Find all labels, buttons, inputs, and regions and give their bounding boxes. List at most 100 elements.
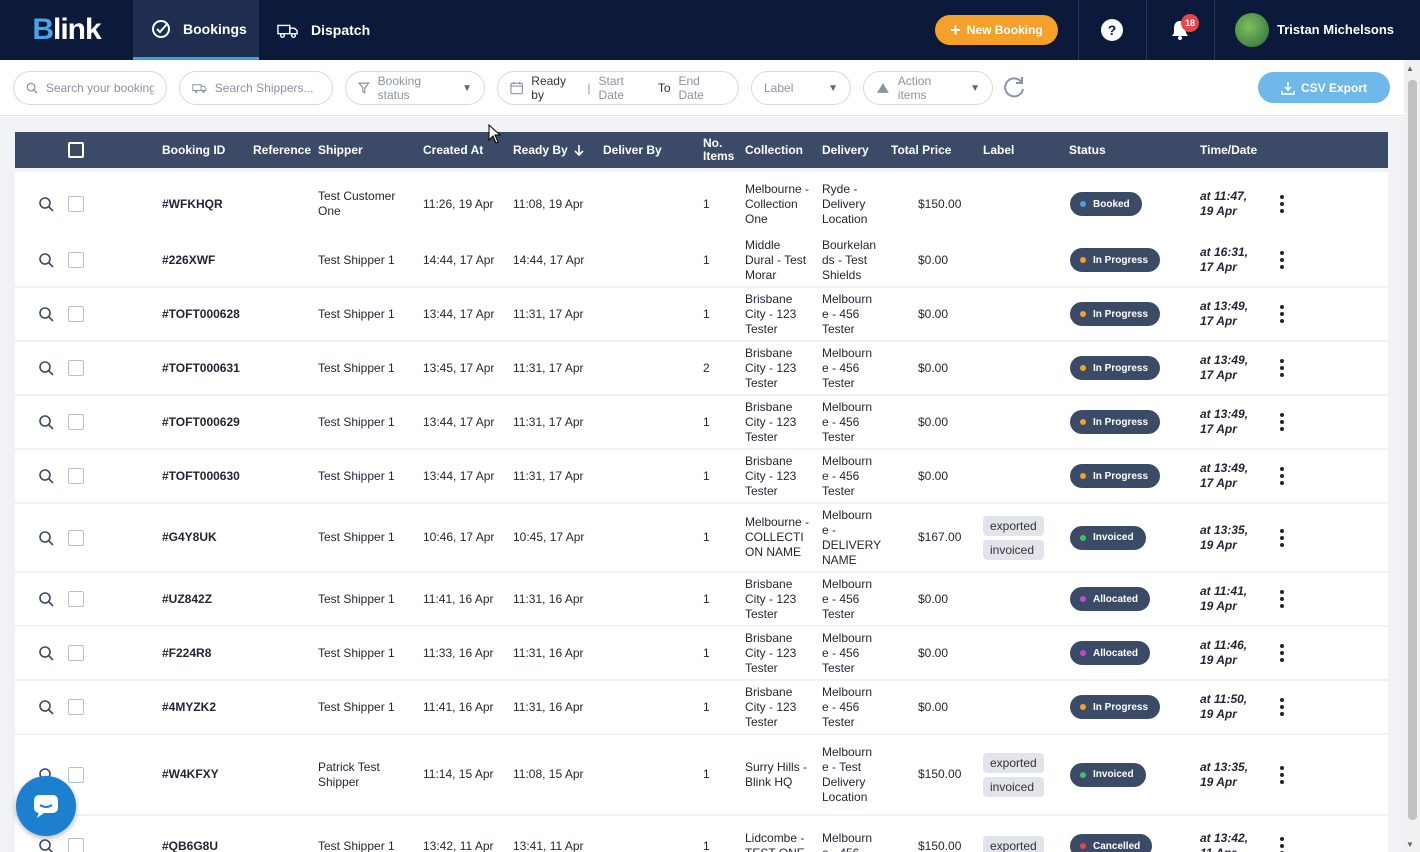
booking-id[interactable]: #TOFT000628: [162, 288, 240, 340]
col-created-at[interactable]: Created At: [423, 132, 483, 168]
search-icon[interactable]: [38, 530, 54, 546]
more-options-icon[interactable]: [1277, 413, 1287, 431]
start-date-field[interactable]: Start Date: [599, 74, 650, 102]
more-options-icon[interactable]: [1277, 251, 1287, 269]
label-tag[interactable]: invoiced: [983, 539, 1044, 560]
scroll-down-arrow-icon[interactable]: ▼: [1406, 840, 1414, 849]
row-checkbox[interactable]: [68, 766, 84, 783]
more-options-icon[interactable]: [1277, 305, 1287, 323]
row-checkbox[interactable]: [68, 591, 84, 607]
label-dropdown[interactable]: Label ▼: [751, 71, 851, 105]
search-icon[interactable]: [38, 306, 54, 322]
search-icon[interactable]: [38, 645, 54, 661]
booking-id[interactable]: #F224R8: [162, 627, 211, 679]
ready-by-date-range[interactable]: Ready by | Start Date To End Date: [497, 71, 739, 105]
table-row[interactable]: #TOFT000631 Test Shipper 1 13:45, 17 Apr 11…: [15, 342, 1388, 394]
table-row[interactable]: #TOFT000629 Test Shipper 1 13:44, 17 Apr 11…: [15, 396, 1388, 448]
booking-id[interactable]: #UZ842Z: [162, 573, 212, 625]
booking-id[interactable]: #WFKHQR: [162, 172, 223, 236]
booking-status-dropdown[interactable]: Booking status ▼: [345, 71, 485, 105]
row-checkbox[interactable]: [68, 838, 84, 852]
booking-id[interactable]: #G4Y8UK: [162, 504, 217, 571]
select-all-checkbox[interactable]: [68, 142, 84, 158]
booking-search-input[interactable]: [45, 81, 154, 95]
more-options-icon[interactable]: [1277, 528, 1287, 547]
col-ready-by[interactable]: Ready By: [513, 132, 584, 168]
search-icon[interactable]: [38, 699, 54, 715]
table-row[interactable]: #WFKHQR Test Customer One 11:26, 19 Apr 11:0…: [15, 172, 1388, 236]
more-options-icon[interactable]: [1277, 765, 1287, 784]
tab-dispatch[interactable]: Dispatch: [259, 0, 381, 60]
row-checkbox[interactable]: [68, 360, 84, 376]
search-icon[interactable]: [38, 468, 54, 484]
search-icon[interactable]: [38, 196, 54, 212]
search-icon[interactable]: [38, 414, 54, 430]
row-checkbox[interactable]: [68, 196, 84, 212]
more-options-icon[interactable]: [1277, 467, 1287, 485]
refresh-icon[interactable]: [1001, 74, 1027, 100]
new-booking-button[interactable]: + New Booking: [935, 15, 1058, 45]
col-collection[interactable]: Collection: [745, 132, 803, 168]
row-checkbox[interactable]: [68, 468, 84, 484]
col-total-price[interactable]: Total Price: [891, 132, 951, 168]
more-options-icon[interactable]: [1277, 837, 1287, 852]
more-options-icon[interactable]: [1277, 644, 1287, 662]
shipper-search-input[interactable]: [214, 81, 320, 95]
table-row[interactable]: #4MYZK2 Test Shipper 1 11:41, 16 Apr 11:31,…: [15, 681, 1388, 733]
col-time-date[interactable]: Time/Date: [1200, 132, 1257, 168]
row-checkbox[interactable]: [68, 414, 84, 430]
search-icon[interactable]: [38, 838, 54, 852]
col-label[interactable]: Label: [983, 132, 1014, 168]
row-checkbox[interactable]: [68, 699, 84, 715]
more-options-icon[interactable]: [1277, 195, 1287, 213]
col-shipper[interactable]: Shipper: [318, 132, 363, 168]
booking-id[interactable]: #QB6G8U: [162, 816, 218, 852]
help-icon[interactable]: ?: [1101, 19, 1123, 41]
more-options-icon[interactable]: [1277, 590, 1287, 608]
row-checkbox[interactable]: [68, 306, 84, 322]
table-row[interactable]: #TOFT000628 Test Shipper 1 13:44, 17 Apr 11…: [15, 288, 1388, 340]
row-checkbox[interactable]: [68, 529, 84, 546]
more-options-icon[interactable]: [1277, 359, 1287, 377]
booking-search-box[interactable]: [13, 71, 167, 105]
label-tag[interactable]: invoiced: [983, 776, 1044, 797]
row-checkbox[interactable]: [68, 252, 84, 268]
booking-id[interactable]: #TOFT000629: [162, 396, 240, 448]
col-booking-id[interactable]: Booking ID: [162, 132, 225, 168]
col-reference[interactable]: Reference: [253, 132, 311, 168]
col-status[interactable]: Status: [1069, 132, 1106, 168]
scrollbar-thumb[interactable]: [1408, 80, 1417, 820]
search-icon[interactable]: [38, 252, 54, 268]
table-row[interactable]: #QB6G8U Test Shipper 1 13:42, 11 Apr 13:41,…: [15, 816, 1388, 852]
csv-export-button[interactable]: CSV Export: [1258, 72, 1390, 103]
booking-id[interactable]: #TOFT000630: [162, 450, 240, 502]
table-row[interactable]: #TOFT000630 Test Shipper 1 13:44, 17 Apr 11…: [15, 450, 1388, 502]
table-row[interactable]: #G4Y8UK Test Shipper 1 10:46, 17 Apr 10:45,…: [15, 504, 1388, 571]
avatar[interactable]: [1235, 13, 1269, 47]
tab-bookings[interactable]: Bookings: [133, 0, 259, 60]
table-row[interactable]: #UZ842Z Test Shipper 1 11:41, 16 Apr 11:31,…: [15, 573, 1388, 625]
blink-logo[interactable]: Blink: [0, 0, 133, 60]
col-deliver-by[interactable]: Deliver By: [603, 132, 662, 168]
booking-id[interactable]: #W4KFXY: [162, 735, 219, 814]
end-date-field[interactable]: End Date: [679, 74, 727, 102]
row-checkbox[interactable]: [68, 645, 84, 661]
more-options-icon[interactable]: [1277, 698, 1287, 716]
booking-id[interactable]: #TOFT000631: [162, 342, 240, 394]
label-tag[interactable]: exported: [983, 752, 1044, 773]
label-tag[interactable]: exported: [983, 515, 1044, 536]
shipper-search-box[interactable]: [179, 71, 333, 105]
table-row[interactable]: #F224R8 Test Shipper 1 11:33, 16 Apr 11:31,…: [15, 627, 1388, 679]
booking-id[interactable]: #4MYZK2: [162, 681, 216, 733]
scroll-up-arrow-icon[interactable]: ▲: [1406, 64, 1414, 73]
table-row[interactable]: #W4KFXY Patrick Test Shipper 11:14, 15 Apr 1…: [15, 735, 1388, 814]
label-tag[interactable]: exported: [983, 836, 1044, 852]
search-icon[interactable]: [38, 360, 54, 376]
user-name[interactable]: Tristan Michelsons: [1277, 22, 1394, 37]
col-no-items[interactable]: No. Items: [703, 132, 734, 168]
table-row[interactable]: #226XWF Test Shipper 1 14:44, 17 Apr 14:44,…: [15, 234, 1388, 286]
col-delivery[interactable]: Delivery: [822, 132, 869, 168]
booking-id[interactable]: #226XWF: [162, 234, 215, 286]
action-items-dropdown[interactable]: Action items ▼: [863, 71, 993, 105]
search-icon[interactable]: [38, 591, 54, 607]
